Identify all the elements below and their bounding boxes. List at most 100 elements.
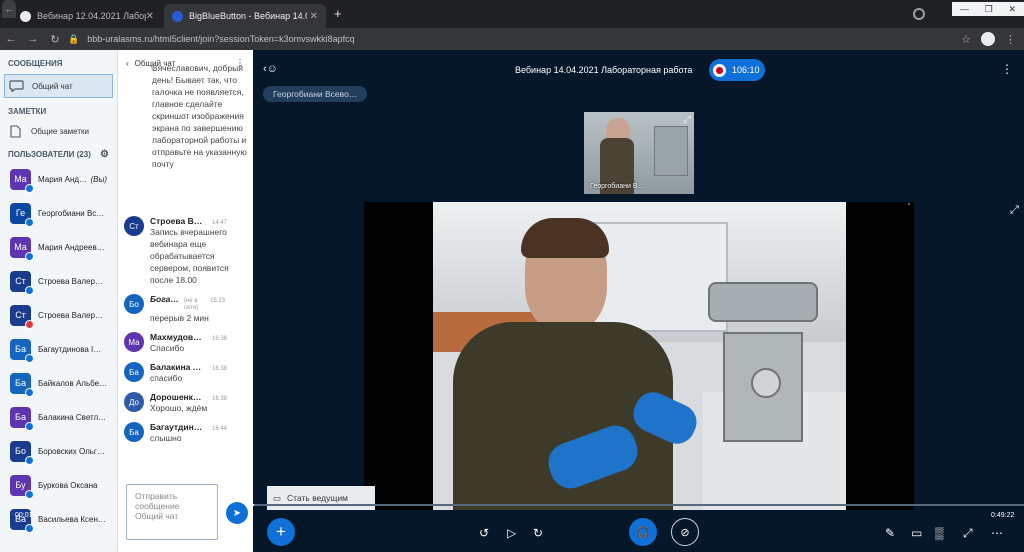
fast-forward-icon[interactable]: ↻ — [533, 526, 543, 540]
reload-icon[interactable]: ↻ — [44, 33, 66, 46]
maximize-icon[interactable]: ❐ — [985, 4, 993, 15]
recording-indicator[interactable]: 106:10 — [709, 59, 765, 81]
fullscreen-icon[interactable]: ⤢ — [1010, 204, 1019, 217]
user-initials: Ма — [14, 242, 27, 252]
shared-notes-label: Общие заметки — [31, 126, 89, 136]
user-initials: Бо — [15, 446, 26, 456]
chat-message: До Дорошенк… 16:38 Хорошо, ждём — [124, 392, 247, 414]
playback-progress-bar[interactable] — [253, 504, 1024, 506]
actions-plus-button[interactable]: + — [267, 518, 295, 546]
tab-bigbluebutton[interactable]: BigBlueButton - Вебинар 14.0 ✕ — [164, 4, 326, 28]
user-list-item[interactable]: Ст Строева Валер… — [0, 264, 117, 298]
chat-avatar-initials: Ба — [129, 427, 139, 437]
back-icon[interactable]: ← — [0, 33, 22, 45]
recording-time: 106:10 — [732, 65, 760, 75]
url-field[interactable]: bbb-uralasms.ru/html5client/join?session… — [87, 34, 354, 44]
user-name: Буркова Оксана — [38, 480, 98, 490]
bbb-favicon-icon — [172, 10, 183, 22]
user-list-item[interactable]: Ге Георгобиани Вс… — [0, 196, 117, 230]
lock-icon[interactable]: 🔒 — [68, 34, 79, 45]
person-hair-image — [521, 218, 609, 258]
microphone-icon — [25, 353, 34, 363]
screen-share-icon[interactable]: ▭ — [911, 526, 922, 540]
bookmark-star-icon[interactable]: ☆ — [961, 33, 971, 46]
microscope-dial-image — [751, 368, 781, 398]
chat-message-text: Хорошо, ждём — [150, 403, 208, 413]
play-icon[interactable]: ▷ — [507, 526, 516, 540]
user-name: Боровских Ольг… — [38, 446, 105, 456]
user-list-item[interactable]: Бо Боровских Ольг… — [0, 434, 117, 468]
tab-title: BigBlueButton - Вебинар 14.0 — [189, 11, 307, 21]
microscope-head-image — [708, 282, 818, 322]
chat-avatar: Ст — [124, 216, 144, 236]
user-avatar: Ба — [10, 338, 34, 363]
user-avatar: Ге — [10, 202, 34, 227]
close-window-icon[interactable]: ✕ — [1009, 4, 1017, 15]
user-initials: Ба — [15, 378, 26, 388]
expand-icon[interactable]: ⤢ — [963, 526, 973, 541]
recording-video[interactable]: ▪ — [364, 202, 914, 510]
user-name: Георгобиани Вс… — [38, 208, 105, 218]
browser-profile-icon[interactable] — [913, 8, 925, 20]
shared-notes-item[interactable]: Общие заметки — [4, 119, 113, 143]
user-name: Мария Анд… — [38, 174, 88, 184]
user-list-panel: СООБЩЕНИЯ Общий чат ЗАМЕТКИ Общие заметк… — [0, 50, 118, 552]
user-list-item[interactable]: Ба Байкалов Альбе… — [0, 366, 117, 400]
options-menu-icon[interactable]: ⋮ — [1001, 62, 1013, 76]
profile-avatar-icon[interactable] — [981, 32, 995, 46]
total-time: 0:49:22 — [991, 512, 1015, 519]
webcam-toggle-button[interactable]: ⊘ — [671, 518, 699, 546]
chat-sender-name: Багаутдин… — [150, 422, 203, 432]
settings-gear-icon[interactable]: ⚙ — [100, 149, 109, 160]
rewind-icon[interactable]: ↺ — [479, 526, 489, 540]
chat-message-time: 16:38 — [212, 366, 228, 372]
user-initials: Ге — [15, 208, 26, 218]
user-initials: Ма — [14, 174, 27, 184]
notes-header: ЗАМЕТКИ — [8, 106, 47, 116]
user-list-item[interactable]: Ма Мария Анд… (Вы) — [0, 162, 117, 196]
user-avatar: Ма — [10, 168, 34, 193]
presentation-area: ‹☺ Вебинар 14.04.2021 Лабораторная работ… — [15, 50, 1024, 552]
chat-bubble-icon — [9, 80, 24, 93]
tab-title: Вебинар 12.04.2021 Лаборатор — [37, 11, 146, 21]
user-list-toggle-icon[interactable]: ‹☺ — [263, 63, 278, 75]
chat-avatar-initials: До — [129, 397, 139, 407]
you-label: (Вы) — [90, 174, 107, 184]
webcam-thumbnail[interactable]: ⤢ Георгобиани В… — [584, 112, 694, 194]
chat-sender-name: Балакина … — [150, 362, 202, 372]
browser-menu-icon[interactable]: ⋮ — [1005, 33, 1016, 46]
take-presenter-label: Стать ведущим — [287, 493, 348, 503]
close-tab-icon[interactable]: ✕ — [310, 11, 318, 22]
chat-message-text: слышно — [150, 433, 182, 443]
user-list-item[interactable]: Ст Строева Валер… — [0, 298, 117, 332]
user-name: Багаутдинова І… — [38, 344, 102, 354]
chat-message-list: Вячеславович, добрый день! Бывает так, ч… — [118, 62, 253, 444]
layout-icon[interactable]: ▒ — [935, 526, 944, 540]
minimize-icon[interactable]: — — [960, 4, 969, 14]
user-list-item[interactable]: Ба Балакина Светл… — [0, 400, 117, 434]
chevron-left-icon[interactable]: ‹ — [126, 59, 129, 68]
microscope-image — [654, 126, 688, 176]
forward-icon[interactable]: → — [22, 33, 44, 45]
take-presenter-button[interactable]: ▭ Стать ведущим — [267, 486, 375, 510]
user-name: Васильева Ксен… — [38, 514, 106, 524]
audio-button[interactable]: 🎧 — [629, 518, 657, 546]
more-icon[interactable]: ⋯ — [991, 526, 1003, 540]
user-list-item[interactable]: Ва Васильева Ксен… — [0, 502, 117, 536]
chat-message-input[interactable]: Отправить сообщение Общий чат — [126, 484, 218, 540]
chat-message-time: 16:36 — [212, 336, 228, 342]
user-list-item[interactable]: Бу Буркова Оксана — [0, 468, 117, 502]
pencil-icon[interactable]: ✎ — [885, 526, 895, 540]
user-avatar: Ст — [10, 304, 34, 329]
tab-webinar-0412[interactable]: Вебинар 12.04.2021 Лаборатор ✕ — [12, 4, 162, 28]
send-message-button[interactable]: ➤ — [226, 502, 248, 524]
chat-avatar: Ма — [124, 332, 144, 352]
close-tab-icon[interactable]: ✕ — [146, 11, 154, 22]
expand-webcam-icon[interactable]: ⤢ — [684, 114, 691, 125]
new-tab-button[interactable]: + — [334, 6, 342, 21]
user-avatar: Ст — [10, 270, 34, 295]
public-chat-item[interactable]: Общий чат — [4, 74, 113, 98]
user-list: Ма Мария Анд… (Вы) Ге Георгобиани Вс… Ма Мария… — [0, 162, 117, 536]
user-list-item[interactable]: Ба Багаутдинова І… — [0, 332, 117, 366]
user-list-item[interactable]: Ма Мария Андреев… — [0, 230, 117, 264]
